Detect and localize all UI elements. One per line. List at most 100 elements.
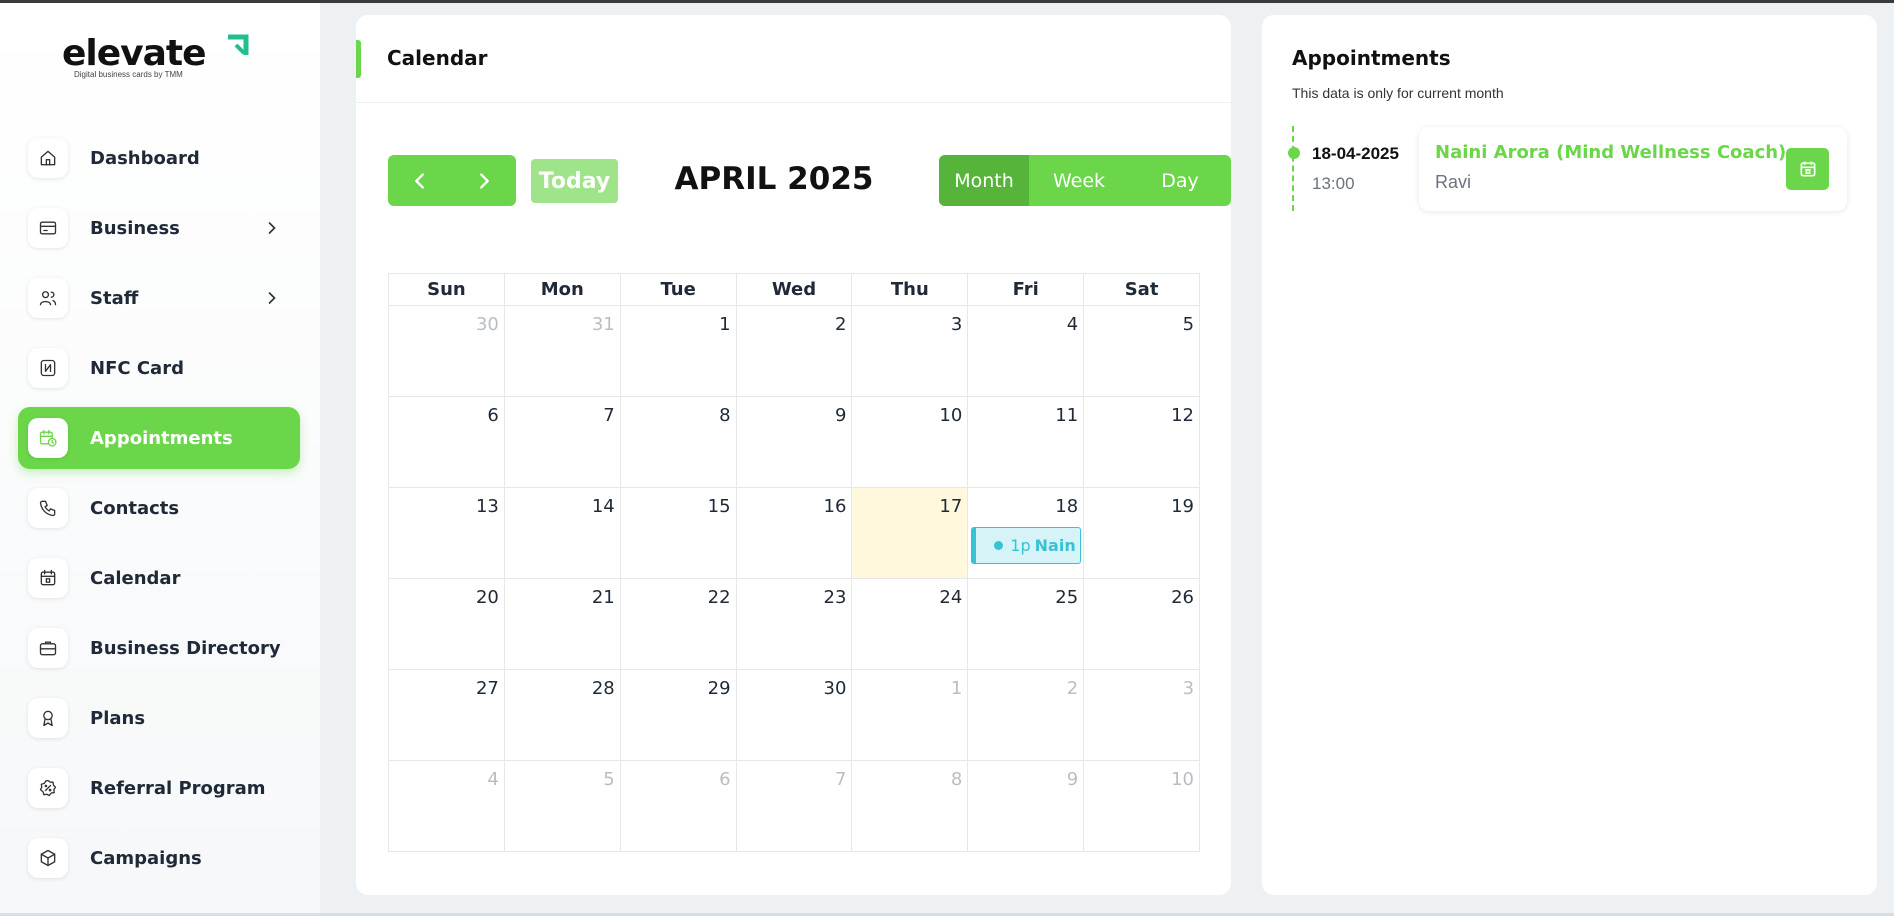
day-cell[interactable]: 13 bbox=[389, 488, 505, 579]
appointment-calendar-button[interactable] bbox=[1786, 148, 1829, 190]
day-cell[interactable]: 26 bbox=[1084, 579, 1201, 670]
day-cell[interactable]: 24 bbox=[852, 579, 969, 670]
day-cell[interactable]: 2 bbox=[736, 306, 853, 397]
day-cell[interactable]: 22 bbox=[620, 579, 737, 670]
day-number: 30 bbox=[823, 678, 847, 699]
day-cell[interactable]: 2 bbox=[968, 670, 1085, 761]
calendar-event[interactable]: 1p Nain bbox=[971, 527, 1082, 564]
day-cell[interactable]: 3 bbox=[1084, 670, 1201, 761]
day-cell[interactable]: 5 bbox=[504, 761, 621, 852]
sidebar-item-business[interactable]: Business bbox=[18, 197, 300, 259]
sidebar-nav: Dashboard Business Staff NFC Card Appointmen… bbox=[18, 127, 300, 897]
chevron-left-icon bbox=[415, 172, 424, 189]
sidebar-item-business-directory[interactable]: Business Directory bbox=[18, 617, 300, 679]
brand-logo[interactable]: elevate Digital business cards by TMM bbox=[62, 29, 262, 81]
sidebar-item-nfc-card[interactable]: NFC Card bbox=[18, 337, 300, 399]
day-cell[interactable]: 19 bbox=[1084, 488, 1201, 579]
day-number: 16 bbox=[823, 496, 847, 517]
day-cell[interactable]: 27 bbox=[389, 670, 505, 761]
sidebar-item-calendar[interactable]: Calendar bbox=[18, 547, 300, 609]
header-accent-bar bbox=[356, 40, 361, 78]
day-cell[interactable]: 10 bbox=[1084, 761, 1201, 852]
phone-icon bbox=[28, 488, 68, 528]
day-cell[interactable]: 20 bbox=[389, 579, 505, 670]
day-number: 11 bbox=[1055, 405, 1079, 426]
view-week-button[interactable]: Week bbox=[1029, 155, 1129, 206]
day-cell[interactable]: 7 bbox=[736, 761, 853, 852]
day-cell[interactable]: 29 bbox=[620, 670, 737, 761]
day-number: 5 bbox=[603, 769, 615, 790]
view-day-button[interactable]: Day bbox=[1129, 155, 1231, 206]
users-icon bbox=[28, 278, 68, 318]
day-cell[interactable]: 7 bbox=[504, 397, 621, 488]
day-number: 4 bbox=[1066, 314, 1079, 335]
calendar-toolbar: Today APRIL 2025 Month Week Day bbox=[388, 155, 1231, 207]
sidebar-item-label: Dashboard bbox=[90, 147, 200, 169]
day-cell[interactable]: 6 bbox=[620, 761, 737, 852]
event-time: 1p bbox=[1010, 536, 1031, 555]
day-number: 8 bbox=[950, 769, 963, 790]
appointment-name: Naini Arora (Mind Wellness Coach) bbox=[1435, 142, 1787, 163]
day-number: 15 bbox=[707, 496, 731, 517]
sidebar-item-appointments[interactable]: Appointments bbox=[18, 407, 300, 469]
logo-arrow-icon bbox=[228, 34, 249, 55]
prev-next-group bbox=[388, 155, 516, 206]
prev-month-button[interactable] bbox=[388, 155, 452, 206]
day-cell[interactable]: 15 bbox=[620, 488, 737, 579]
day-cell-today[interactable]: 17 bbox=[852, 488, 969, 579]
day-cell[interactable]: 8 bbox=[852, 761, 969, 852]
day-number: 3 bbox=[1182, 678, 1195, 699]
day-number: 2 bbox=[834, 314, 847, 335]
day-cell[interactable]: 11 bbox=[968, 397, 1085, 488]
day-cell[interactable]: 3 bbox=[852, 306, 969, 397]
calendar-clock-icon bbox=[28, 418, 68, 458]
day-cell[interactable]: 18 1p Nain bbox=[968, 488, 1085, 579]
id-card-icon bbox=[28, 208, 68, 248]
percent-badge-icon bbox=[28, 768, 68, 808]
day-number: 7 bbox=[603, 405, 615, 426]
day-cell[interactable]: 25 bbox=[968, 579, 1085, 670]
day-cell[interactable]: 6 bbox=[389, 397, 505, 488]
appointments-subtitle: This data is only for current month bbox=[1292, 85, 1504, 101]
sidebar-item-plans[interactable]: Plans bbox=[18, 687, 300, 749]
day-number: 18 bbox=[1055, 496, 1079, 517]
appointment-card[interactable]: Naini Arora (Mind Wellness Coach) Ravi bbox=[1419, 127, 1847, 211]
sidebar-item-label: Plans bbox=[90, 707, 146, 729]
day-cell[interactable]: 30 bbox=[736, 670, 853, 761]
appointment-time: 13:00 bbox=[1312, 174, 1355, 193]
day-cell[interactable]: 28 bbox=[504, 670, 621, 761]
sidebar-item-contacts[interactable]: Contacts bbox=[18, 477, 300, 539]
day-cell[interactable]: 5 bbox=[1084, 306, 1201, 397]
day-cell[interactable]: 14 bbox=[504, 488, 621, 579]
weekday-header: Wed bbox=[736, 274, 853, 306]
day-cell[interactable]: 9 bbox=[968, 761, 1085, 852]
day-cell[interactable]: 31 bbox=[504, 306, 621, 397]
day-cell[interactable]: 4 bbox=[389, 761, 505, 852]
day-cell[interactable]: 16 bbox=[736, 488, 853, 579]
today-button[interactable]: Today bbox=[531, 159, 618, 203]
sidebar-item-label: NFC Card bbox=[90, 357, 184, 379]
day-cell[interactable]: 4 bbox=[968, 306, 1085, 397]
day-cell[interactable]: 1 bbox=[620, 306, 737, 397]
sidebar-item-staff[interactable]: Staff bbox=[18, 267, 300, 329]
day-cell[interactable]: 1 bbox=[852, 670, 969, 761]
day-cell[interactable]: 9 bbox=[736, 397, 853, 488]
day-number: 12 bbox=[1171, 405, 1195, 426]
day-cell[interactable]: 8 bbox=[620, 397, 737, 488]
day-cell[interactable]: 23 bbox=[736, 579, 853, 670]
day-cell[interactable]: 21 bbox=[504, 579, 621, 670]
sidebar-item-referral-program[interactable]: Referral Program bbox=[18, 757, 300, 819]
view-month-button[interactable]: Month bbox=[939, 155, 1029, 206]
week-row: 27 28 29 30 1 2 3 bbox=[389, 670, 1201, 761]
sidebar-item-dashboard[interactable]: Dashboard bbox=[18, 127, 300, 189]
day-number: 26 bbox=[1171, 587, 1195, 608]
day-number: 23 bbox=[823, 587, 847, 608]
day-cell[interactable]: 12 bbox=[1084, 397, 1201, 488]
next-month-button[interactable] bbox=[452, 155, 516, 206]
day-number: 25 bbox=[1055, 587, 1079, 608]
sidebar-item-campaigns[interactable]: Campaigns bbox=[18, 827, 300, 889]
day-number: 27 bbox=[475, 678, 499, 699]
day-cell[interactable]: 10 bbox=[852, 397, 969, 488]
day-cell[interactable]: 30 bbox=[389, 306, 505, 397]
sidebar-item-label: Business Directory bbox=[90, 637, 281, 659]
